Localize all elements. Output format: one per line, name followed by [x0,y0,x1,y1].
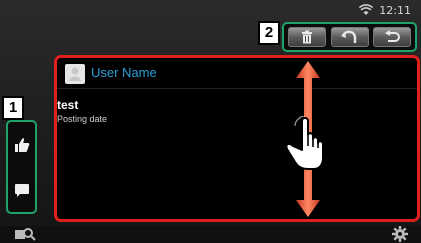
divider [57,88,417,89]
swipe-hand-icon [285,116,324,170]
avatar [65,64,85,84]
thumbs-up-icon [14,137,29,152]
user-silhouette-icon [69,67,81,81]
posting-date: Posting date [57,114,108,124]
reply-arrow-icon [340,30,356,43]
comment-icon [14,183,29,197]
user-name[interactable]: User Name [91,65,157,80]
bottom-bar [0,226,421,243]
like-button[interactable] [11,132,33,158]
comment-button[interactable] [11,177,33,203]
clock: 12:11 [379,3,411,17]
back-button[interactable] [373,27,411,47]
status-bar: 12:11 [359,3,411,17]
reply-button[interactable] [330,27,369,47]
trash-icon [302,30,312,44]
back-icon [385,30,400,42]
screen: 12:11 2 1 User Name test Posting date [0,0,421,243]
side-button-group [6,120,37,214]
post-panel[interactable]: User Name test Posting date [54,55,420,222]
wifi-icon [359,4,374,15]
callout-badge-2: 2 [258,21,280,45]
delete-button[interactable] [288,27,326,47]
post-text: test [57,98,79,112]
gear-icon[interactable] [392,226,408,242]
top-button-group [282,22,417,52]
callout-badge-1: 1 [2,96,24,120]
search-icon[interactable] [14,227,36,241]
